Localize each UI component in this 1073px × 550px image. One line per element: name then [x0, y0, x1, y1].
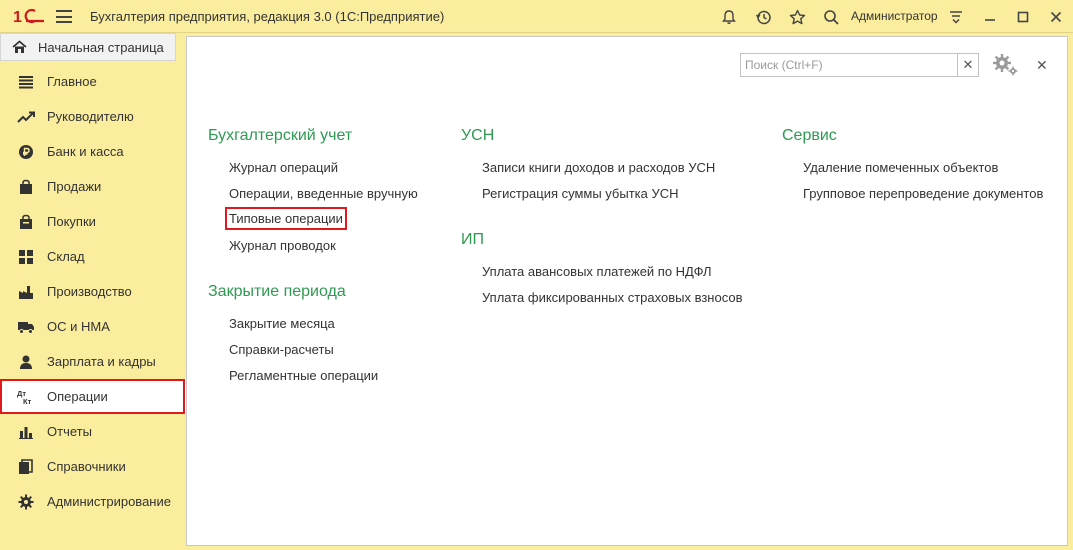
sidebar-item-label: Руководителю: [47, 109, 134, 124]
sidebar-item-label: ОС и НМА: [47, 319, 110, 334]
sidebar-item-assets[interactable]: ОС и НМА: [0, 309, 186, 344]
link-routine-operations[interactable]: Регламентные операции: [229, 368, 378, 383]
panel-settings-icon[interactable]: [992, 53, 1020, 80]
book-icon: [17, 458, 35, 476]
sidebar-item-administration[interactable]: Администрирование: [0, 484, 186, 519]
link-loss-registration[interactable]: Регистрация суммы убытка УСН: [482, 186, 679, 201]
close-panel-icon[interactable]: ✕: [1036, 57, 1048, 74]
gear-icon: [17, 493, 35, 511]
link-calculation-certificates[interactable]: Справки-расчеты: [229, 342, 334, 357]
link-group-reposting[interactable]: Групповое перепроведение документов: [803, 186, 1043, 201]
section-title-service: Сервис: [782, 127, 837, 144]
sidebar-item-label: Покупки: [47, 214, 96, 229]
sidebar-item-sales[interactable]: Продажи: [0, 169, 186, 204]
menu-icon[interactable]: [56, 10, 72, 23]
user-name[interactable]: Администратор: [851, 9, 938, 23]
sidebar-item-label: Главное: [47, 74, 97, 89]
home-page-tab[interactable]: Начальная страница: [0, 33, 176, 61]
sidebar-item-label: Производство: [47, 284, 132, 299]
svg-text:Дт: Дт: [17, 389, 26, 398]
link-month-closing[interactable]: Закрытие месяца: [229, 316, 335, 331]
sidebar-item-label: Банк и касса: [47, 144, 124, 159]
app-title: Бухгалтерия предприятия, редакция 3.0 (1…: [90, 9, 445, 24]
1c-logo[interactable]: 1: [13, 8, 45, 25]
close-window-icon[interactable]: [1046, 7, 1066, 27]
person-icon: [17, 353, 35, 371]
sidebar-item-main[interactable]: Главное: [0, 64, 186, 99]
section-title-ip: ИП: [461, 231, 484, 248]
truck-icon: [17, 318, 35, 336]
sidebar-item-label: Продажи: [47, 179, 102, 194]
bell-icon[interactable]: [719, 7, 739, 27]
section-title-closing: Закрытие периода: [208, 283, 346, 300]
sidebar-item-manager[interactable]: Руководителю: [0, 99, 186, 134]
link-fixed-insurance-payments[interactable]: Уплата фиксированных страховых взносов: [482, 290, 742, 305]
sidebar-item-operations[interactable]: Дт Кт Операции: [0, 379, 186, 414]
list-icon: [17, 73, 35, 91]
svg-text:1: 1: [13, 9, 22, 25]
history-icon[interactable]: [753, 7, 773, 27]
sidebar-item-purchases[interactable]: Покупки: [0, 204, 186, 239]
link-postings-journal[interactable]: Журнал проводок: [229, 238, 336, 253]
section-title-accounting: Бухгалтерский учет: [208, 127, 353, 144]
search-icon[interactable]: [821, 7, 841, 27]
star-icon[interactable]: [787, 7, 807, 27]
sidebar-item-label: Операции: [47, 389, 108, 404]
link-delete-marked-objects[interactable]: Удаление помеченных объектов: [803, 160, 998, 175]
sidebar-item-warehouse[interactable]: Склад: [0, 239, 186, 274]
sidebar-item-label: Склад: [47, 249, 85, 264]
sidebar-item-salary[interactable]: Зарплата и кадры: [0, 344, 186, 379]
link-income-expense-book[interactable]: Записи книги доходов и расходов УСН: [482, 160, 715, 175]
home-tab-label: Начальная страница: [38, 40, 164, 55]
sidebar-item-reports[interactable]: Отчеты: [0, 414, 186, 449]
link-manual-operations[interactable]: Операции, введенные вручную: [229, 186, 418, 201]
factory-icon: [17, 283, 35, 301]
home-icon: [12, 40, 27, 57]
sidebar-item-label: Зарплата и кадры: [47, 354, 156, 369]
bag-icon: [17, 178, 35, 196]
bar-chart-icon: [17, 423, 35, 441]
trend-icon: [17, 108, 35, 126]
sidebar-item-production[interactable]: Производство: [0, 274, 186, 309]
sidebar-item-label: Отчеты: [47, 424, 92, 439]
section-title-usn: УСН: [461, 127, 495, 144]
ruble-icon: [17, 143, 35, 161]
minimize-icon[interactable]: [980, 7, 1000, 27]
clear-search-icon[interactable]: ✕: [957, 54, 978, 76]
title-bar: 1 Бухгалтерия предприятия, редакция 3.0 …: [0, 0, 1073, 33]
dt-kt-icon: Дт Кт: [17, 388, 35, 406]
sidebar-item-label: Администрирование: [47, 494, 171, 509]
operations-panel: ✕ ✕ Бухгалтерский учет Журнал операций О…: [186, 36, 1068, 546]
sidebar-item-bank[interactable]: Банк и касса: [0, 134, 186, 169]
link-operations-journal[interactable]: Журнал операций: [229, 160, 338, 175]
cart-icon: [17, 213, 35, 231]
search-box: ✕: [740, 53, 979, 77]
warehouse-icon: [17, 248, 35, 266]
link-advance-ndfl-payments[interactable]: Уплата авансовых платежей по НДФЛ: [482, 264, 712, 279]
sidebar: Главное Руководителю Банк и касса Продаж…: [0, 64, 186, 519]
link-typical-operations[interactable]: Типовые операции: [225, 207, 347, 230]
sidebar-item-label: Справочники: [47, 459, 126, 474]
svg-text:Кт: Кт: [23, 397, 32, 406]
maximize-icon[interactable]: [1013, 7, 1033, 27]
sidebar-item-directories[interactable]: Справочники: [0, 449, 186, 484]
settings-menu-icon[interactable]: [946, 7, 966, 27]
search-input[interactable]: [741, 55, 959, 75]
